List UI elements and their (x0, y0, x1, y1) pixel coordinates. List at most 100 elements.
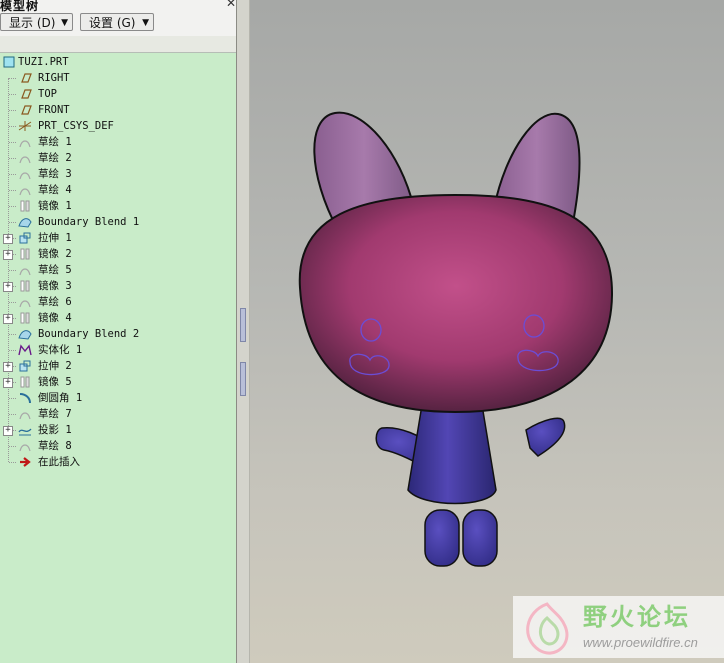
model-tree-header: 模型树 ✕ 显示 (D) ▼ 设置 (G) ▼ (0, 0, 236, 37)
tree-item[interactable]: 草绘 1 (0, 134, 236, 150)
expand-icon[interactable]: + (3, 362, 13, 372)
tree-item-label: 草绘 5 (38, 264, 72, 276)
tree-branch-line (9, 302, 16, 303)
tree-item-label: PRT_CSYS_DEF (38, 120, 114, 132)
tree-item[interactable]: 在此插入 (0, 454, 236, 470)
tree-item[interactable]: TUZI.PRT (0, 54, 236, 70)
tree-item[interactable]: RIGHT (0, 70, 236, 86)
extrude-icon (18, 360, 32, 372)
boundary-blend-icon (18, 216, 32, 228)
settings-menu-label: 设置 (G) (89, 16, 136, 30)
sketch-icon (18, 264, 32, 276)
body (407, 404, 497, 505)
tree-item[interactable]: + 镜像 3 (0, 278, 236, 294)
projection-icon (18, 424, 32, 436)
expand-icon[interactable]: + (3, 378, 13, 388)
tree-branch-line (9, 94, 16, 95)
datum-plane-icon (18, 88, 32, 100)
insert-here-arrow-icon (18, 456, 32, 468)
extrude-icon (18, 232, 32, 244)
tree-item[interactable]: + 拉伸 2 (0, 358, 236, 374)
tree-branch-line (9, 414, 16, 415)
tree-branch-line (9, 398, 16, 399)
close-icon[interactable]: ✕ (226, 0, 236, 10)
collapse-grip-icon[interactable] (240, 308, 246, 342)
tree-branch-line (9, 158, 16, 159)
tree-branch-line (9, 350, 16, 351)
tree-item[interactable]: + 镜像 2 (0, 246, 236, 262)
tree-item[interactable]: FRONT (0, 102, 236, 118)
panel-splitter[interactable] (236, 0, 250, 663)
graphics-viewport[interactable] (250, 0, 724, 663)
tree-item-label: 在此插入 (38, 456, 80, 468)
display-menu-label: 显示 (D) (9, 16, 56, 30)
mirror-icon (18, 248, 32, 260)
tree-branch-line (9, 126, 16, 127)
tree-item-label: 拉伸 1 (38, 232, 72, 244)
expand-icon[interactable]: + (3, 314, 13, 324)
tree-branch-line (9, 206, 16, 207)
solidify-icon (18, 344, 32, 356)
left-leg (424, 509, 460, 567)
tree-item[interactable]: 草绘 3 (0, 166, 236, 182)
tree-item[interactable]: 草绘 8 (0, 438, 236, 454)
forum-watermark: 野火论坛 www.proewildfire.cn (513, 596, 724, 658)
expand-icon[interactable]: + (3, 234, 13, 244)
tree-branch-line (9, 334, 16, 335)
part-icon (2, 56, 16, 68)
tree-item[interactable]: 草绘 2 (0, 150, 236, 166)
sketch-icon (18, 168, 32, 180)
settings-menu-button[interactable]: 设置 (G) ▼ (80, 13, 154, 31)
watermark-title: 野火论坛 (583, 603, 691, 631)
panel-title: 模型树 (0, 0, 40, 13)
tree-branch-line (9, 222, 16, 223)
tree-item-label: 实体化 1 (38, 344, 83, 356)
tree-item-label: Boundary Blend 2 (38, 328, 140, 340)
tree-item[interactable]: TOP (0, 86, 236, 102)
tree-item-label: 镜像 4 (38, 312, 72, 324)
tree-branch-line (9, 462, 16, 463)
tree-item-label: TUZI.PRT (18, 56, 69, 68)
tree-item-label: 草绘 8 (38, 440, 72, 452)
expand-icon[interactable]: + (3, 426, 13, 436)
dropdown-arrow-icon: ▼ (142, 18, 149, 28)
expand-icon[interactable]: + (3, 282, 13, 292)
expand-grip-icon[interactable] (240, 362, 246, 396)
tree-item[interactable]: Boundary Blend 2 (0, 326, 236, 342)
tree-branch-line (9, 446, 16, 447)
tree-item[interactable]: PRT_CSYS_DEF (0, 118, 236, 134)
tree-item[interactable]: + 镜像 4 (0, 310, 236, 326)
tree-item-label: 草绘 3 (38, 168, 72, 180)
mirror-icon (18, 200, 32, 212)
tree-item[interactable]: 草绘 5 (0, 262, 236, 278)
tree-item-label: Boundary Blend 1 (38, 216, 140, 228)
sketch-icon (18, 440, 32, 452)
tree-branch-line (9, 174, 16, 175)
tree-item[interactable]: 草绘 4 (0, 182, 236, 198)
tree-item[interactable]: + 投影 1 (0, 422, 236, 438)
tree-item[interactable]: 镜像 1 (0, 198, 236, 214)
sketch-icon (18, 152, 32, 164)
tree-item[interactable]: + 镜像 5 (0, 374, 236, 390)
mirror-icon (18, 280, 32, 292)
tree-branch-line (9, 110, 16, 111)
tree-item-label: 草绘 6 (38, 296, 72, 308)
tree-item[interactable]: 草绘 7 (0, 406, 236, 422)
right-arm (525, 417, 566, 457)
tree-branch-line (9, 270, 16, 271)
rabbit-3d-model (298, 111, 614, 567)
display-menu-button[interactable]: 显示 (D) ▼ (0, 13, 73, 31)
sketch-icon (18, 184, 32, 196)
tree-item[interactable]: 倒圆角 1 (0, 390, 236, 406)
boundary-blend-icon (18, 328, 32, 340)
tree-item[interactable]: 实体化 1 (0, 342, 236, 358)
right-leg (462, 509, 498, 567)
mirror-icon (18, 376, 32, 388)
tree-item-label: 投影 1 (38, 424, 72, 436)
tree-item[interactable]: Boundary Blend 1 (0, 214, 236, 230)
tree-item-label: 草绘 1 (38, 136, 72, 148)
tree-item[interactable]: + 拉伸 1 (0, 230, 236, 246)
expand-icon[interactable]: + (3, 250, 13, 260)
sketch-icon (18, 296, 32, 308)
tree-item[interactable]: 草绘 6 (0, 294, 236, 310)
